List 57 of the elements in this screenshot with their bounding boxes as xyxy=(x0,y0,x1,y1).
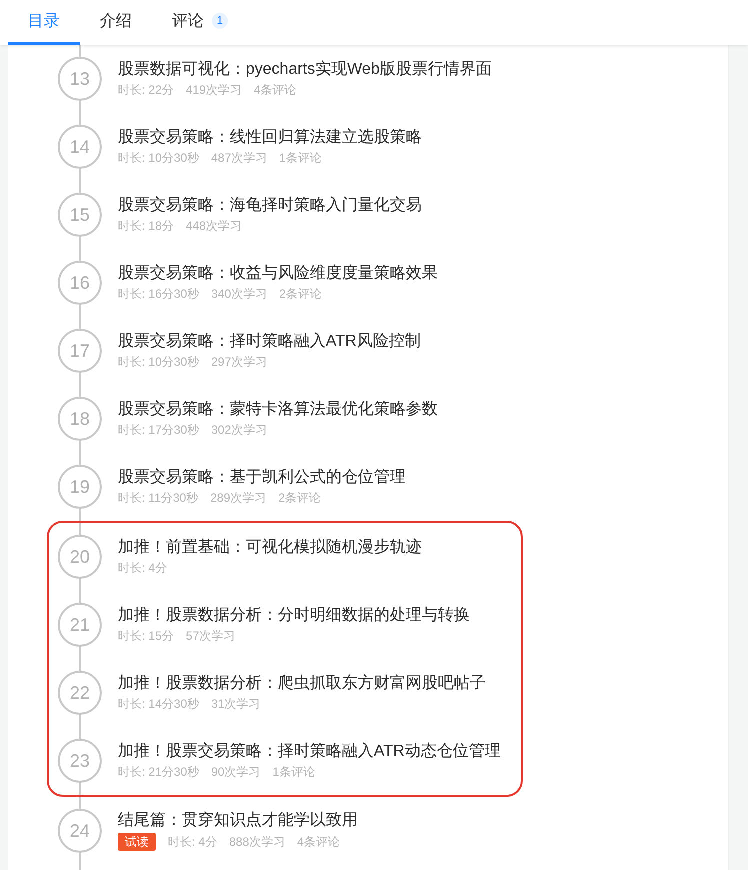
duration-text: 时长: 21分30秒 xyxy=(118,764,200,780)
study-count: 31次学习 xyxy=(211,696,261,712)
lesson-title[interactable]: 股票交易策略：蒙特卡洛算法最优化策略参数 xyxy=(118,400,438,420)
duration-text: 时长: 22分 xyxy=(118,82,174,98)
study-count: 302次学习 xyxy=(211,422,268,438)
lesson-number: 14 xyxy=(58,125,102,169)
lesson-number: 22 xyxy=(58,671,102,715)
lesson-title[interactable]: 结尾篇：贯穿知识点才能学以致用 xyxy=(118,811,358,831)
comment-count: 1条评论 xyxy=(279,150,322,166)
lesson-number: 18 xyxy=(58,397,102,441)
comment-count: 2条评论 xyxy=(279,286,322,302)
study-count: 419次学习 xyxy=(186,82,242,98)
study-count: 888次学习 xyxy=(229,834,286,850)
comment-count: 4条评论 xyxy=(297,834,340,850)
trial-badge: 试读 xyxy=(118,833,156,851)
study-count: 448次学习 xyxy=(186,218,242,234)
lesson-title[interactable]: 股票交易策略：线性回归算法建立选股策略 xyxy=(118,128,422,148)
tab[interactable]: 评论 1 xyxy=(152,0,248,45)
lesson-title[interactable]: 股票交易策略：海龟择时策略入门量化交易 xyxy=(118,196,422,216)
count-badge: 1 xyxy=(212,13,228,29)
duration-text: 时长: 15分 xyxy=(118,628,174,644)
lesson-title[interactable]: 加推！股票数据分析：分时明细数据的处理与转换 xyxy=(118,606,470,626)
tab[interactable]: 介绍 xyxy=(80,0,152,45)
lesson-title[interactable]: 股票交易策略：基于凯利公式的仓位管理 xyxy=(118,468,406,488)
study-count: 90次学习 xyxy=(211,764,261,780)
comment-count: 2条评论 xyxy=(278,490,322,506)
duration-text: 时长: 17分30秒 xyxy=(118,422,200,438)
lesson-title[interactable]: 股票数据可视化：pyecharts实现Web版股票行情界面 xyxy=(118,60,492,80)
comment-count: 1条评论 xyxy=(272,764,316,780)
duration-text: 时长: 4分 xyxy=(168,834,218,850)
duration-text: 时长: 10分30秒 xyxy=(118,354,200,370)
duration-text: 时长: 14分30秒 xyxy=(118,696,200,712)
lesson-number: 24 xyxy=(58,809,102,853)
lesson-number: 23 xyxy=(58,739,102,783)
study-count: 289次学习 xyxy=(210,490,267,506)
lesson-title[interactable]: 股票交易策略：择时策略融入ATR风险控制 xyxy=(118,332,421,352)
lesson-title[interactable]: 加推！股票数据分析：爬虫抓取东方财富网股吧帖子 xyxy=(118,674,486,694)
duration-text: 时长: 16分30秒 xyxy=(118,286,200,302)
duration-text: 时长: 11分30秒 xyxy=(118,490,198,506)
lesson-number: 13 xyxy=(58,57,102,101)
duration-text: 时长: 10分30秒 xyxy=(118,150,200,166)
lesson-number: 17 xyxy=(58,329,102,373)
lesson-number: 20 xyxy=(58,535,102,579)
study-count: 340次学习 xyxy=(211,286,268,302)
study-count: 487次学习 xyxy=(211,150,268,166)
duration-text: 时长: 18分 xyxy=(118,218,174,234)
lesson-title[interactable]: 加推！股票交易策略：择时策略融入ATR动态仓位管理 xyxy=(118,742,501,762)
lesson-title[interactable]: 加推！前置基础：可视化模拟随机漫步轨迹 xyxy=(118,538,422,558)
study-count: 297次学习 xyxy=(211,354,268,370)
lesson-number: 15 xyxy=(58,193,102,237)
comment-count: 4条评论 xyxy=(254,82,297,98)
lesson-number: 19 xyxy=(58,465,102,509)
lesson-number: 21 xyxy=(58,603,102,647)
duration-text: 时长: 4分 xyxy=(118,560,168,576)
study-count: 57次学习 xyxy=(186,628,236,644)
lesson-title[interactable]: 股票交易策略：收益与风险维度度量策略效果 xyxy=(118,264,438,284)
lesson-number: 16 xyxy=(58,261,102,305)
